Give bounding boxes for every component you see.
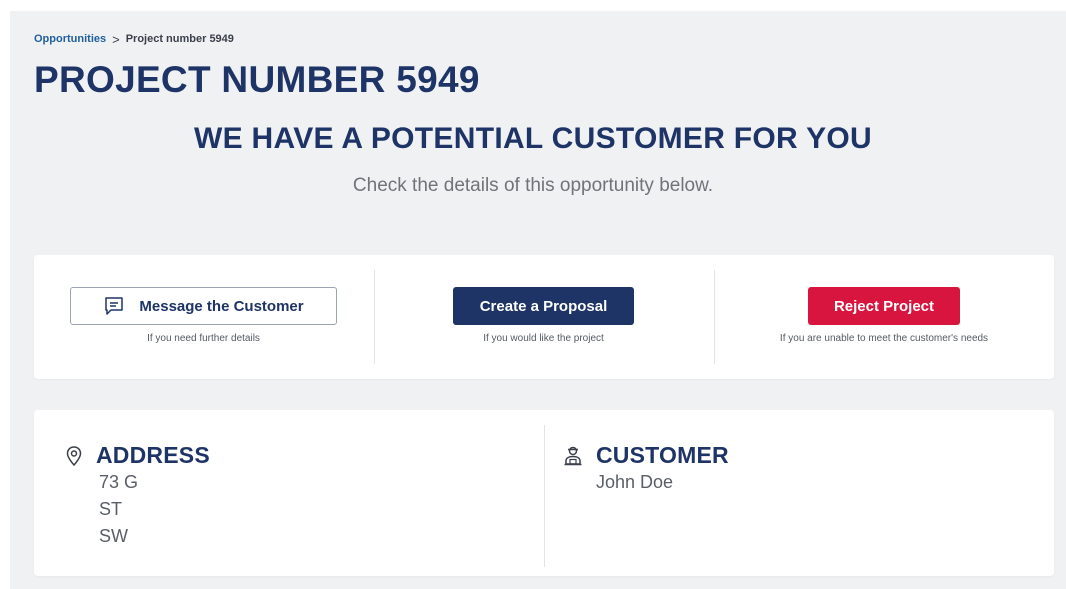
address-title: ADDRESS — [96, 442, 210, 468]
reject-action: Reject Project If you are unable to meet… — [734, 255, 1034, 379]
divider — [544, 425, 545, 567]
customer-name: John Doe — [596, 472, 674, 492]
breadcrumb-current: Project number 5949 — [125, 33, 234, 45]
customer-title: CUSTOMER — [596, 442, 729, 468]
address-section: ADDRESS 73 G ST SW — [64, 442, 210, 550]
proposal-action: Create a Proposal If you would like the … — [453, 255, 634, 379]
breadcrumb-link-opportunities[interactable]: Opportunities — [34, 33, 106, 45]
create-proposal-hint: If you would like the project — [483, 333, 604, 344]
hero-heading: WE HAVE A POTENTIAL CUSTOMER FOR YOU — [193, 122, 873, 155]
divider — [714, 270, 715, 364]
create-proposal-button[interactable]: Create a Proposal — [453, 287, 634, 325]
customer-icon — [562, 445, 584, 467]
chat-icon — [103, 295, 125, 317]
address-line: ST — [99, 499, 123, 519]
page-title: PROJECT NUMBER 5949 — [34, 59, 480, 100]
message-customer-button[interactable]: Message the Customer — [70, 287, 337, 325]
address-line: SW — [99, 526, 128, 546]
reject-project-button[interactable]: Reject Project — [808, 287, 960, 325]
customer-section: CUSTOMER John Doe — [562, 442, 729, 496]
divider — [374, 270, 375, 364]
reject-project-hint: If you are unable to meet the customer's… — [779, 333, 989, 344]
breadcrumb: Opportunities > Project number 5949 — [34, 31, 234, 47]
breadcrumb-separator: > — [112, 31, 120, 47]
details-card: ADDRESS 73 G ST SW CUSTOMER John Doe — [34, 410, 1054, 576]
actions-card: Message the Customer If you need further… — [34, 255, 1054, 379]
address-lines: 73 G ST SW — [99, 469, 210, 550]
hero-subheading: Check the details of this opportunity be… — [352, 175, 714, 196]
address-line: 73 G — [99, 472, 139, 492]
message-action: Message the Customer If you need further… — [70, 255, 337, 379]
customer-lines: John Doe — [596, 469, 729, 496]
message-customer-hint: If you need further details — [147, 333, 260, 344]
message-customer-label: Message the Customer — [139, 297, 304, 315]
location-pin-icon — [64, 445, 84, 467]
